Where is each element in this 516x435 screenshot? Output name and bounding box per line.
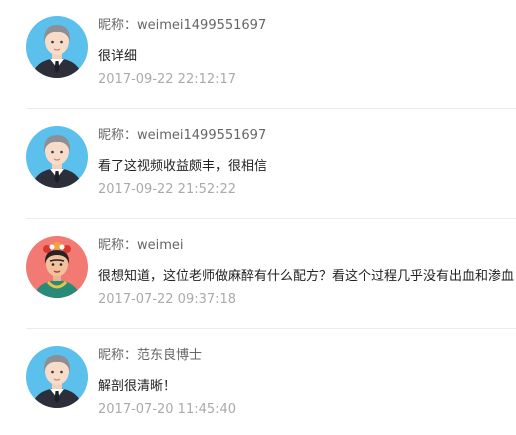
comment-item: 昵称：范东良博士 解剖很清晰！ 2017-07-20 11:45:40 [0, 330, 516, 435]
comment-timestamp: 2017-07-20 11:45:40 [98, 402, 237, 417]
comment-nickname: 昵称：weimei [98, 238, 184, 253]
comment-timestamp: 2017-09-22 21:52:22 [98, 182, 237, 197]
man-avatar-icon[interactable] [26, 346, 88, 408]
comment-text: 很想知道，这位老师做麻醉有什么配方？看这个过程几乎没有出血和渗血！ [98, 269, 516, 284]
comment-text: 看了这视频收益颇丰，很相信 [98, 159, 268, 174]
comment-text: 解剖很清晰！ [98, 379, 177, 394]
comment-item: 昵称：weimei1499551697 看了这视频收益颇丰，很相信 2017-0… [0, 110, 516, 220]
divider [26, 328, 516, 329]
comment-item: 昵称：weimei 很想知道，这位老师做麻醉有什么配方？看这个过程几乎没有出血和… [0, 220, 516, 330]
comment-nickname: 昵称：weimei1499551697 [98, 128, 267, 143]
comment-list: 昵称：weimei1499551697 很详细 2017-09-22 22:12… [0, 0, 516, 435]
man-avatar-icon[interactable] [26, 16, 88, 78]
comment-nickname: 昵称：范东良博士 [98, 348, 203, 363]
divider [26, 218, 516, 219]
man-avatar-icon[interactable] [26, 126, 88, 188]
comment-nickname: 昵称：weimei1499551697 [98, 18, 267, 33]
comment-timestamp: 2017-07-22 09:37:18 [98, 292, 237, 307]
comment-item: 昵称：weimei1499551697 很详细 2017-09-22 22:12… [0, 0, 516, 110]
comment-timestamp: 2017-09-22 22:12:17 [98, 72, 237, 87]
divider [26, 108, 516, 109]
woman-avatar-icon[interactable] [26, 236, 88, 298]
comment-text: 很详细 [98, 49, 138, 64]
